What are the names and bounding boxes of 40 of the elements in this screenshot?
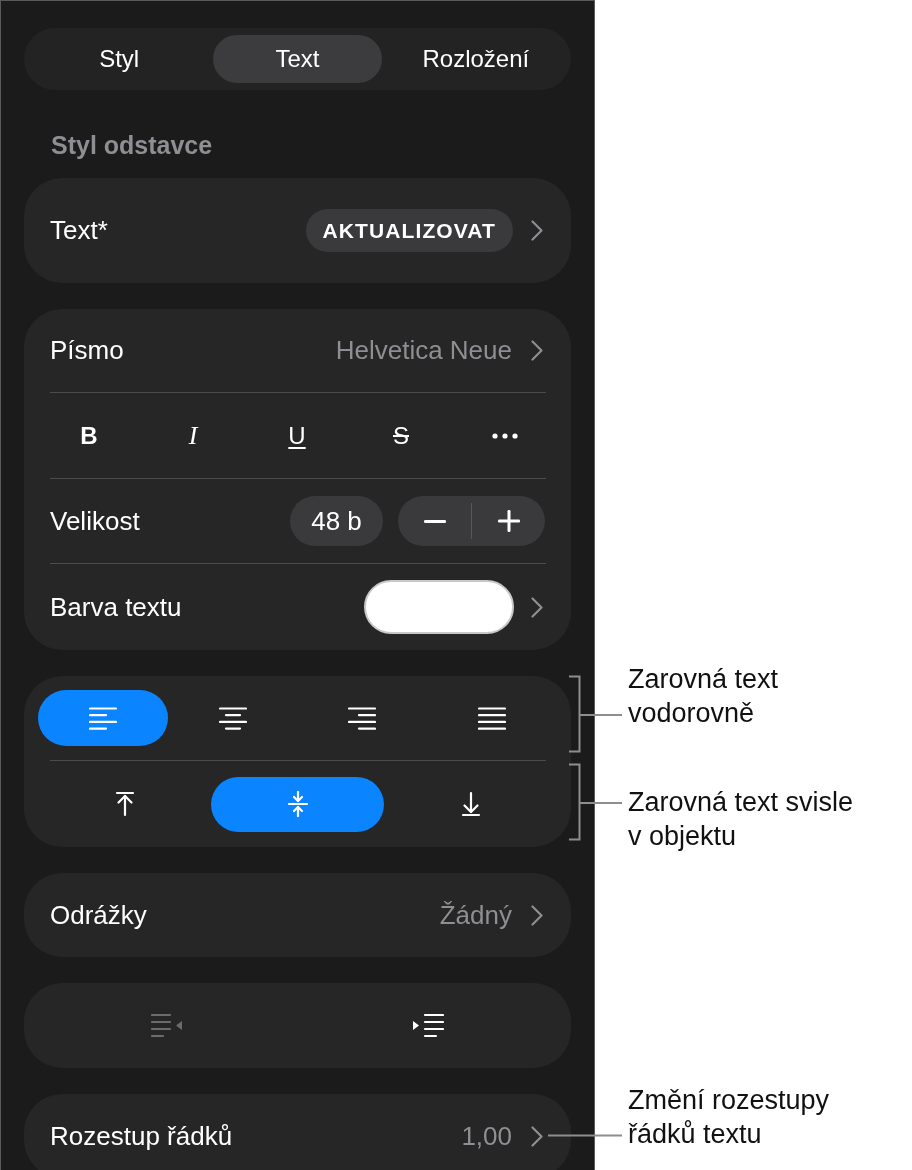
text-color-label: Barva textu bbox=[50, 591, 182, 623]
ellipsis-icon bbox=[492, 432, 518, 439]
minus-icon bbox=[423, 519, 446, 523]
italic-button[interactable]: I bbox=[141, 407, 245, 464]
align-bottom-icon bbox=[459, 791, 482, 817]
bold-button[interactable]: B bbox=[37, 407, 141, 464]
line-spacing-label: Rozestup řádků bbox=[50, 1120, 233, 1152]
tab[interactable]: Text bbox=[213, 35, 382, 83]
update-button[interactable]: AKTUALIZOVAT bbox=[305, 209, 513, 252]
chevron-icon bbox=[531, 220, 543, 241]
paragraph-style-label: Text* bbox=[50, 215, 108, 246]
align-left-icon bbox=[88, 706, 117, 730]
tab[interactable]: Rozložení bbox=[391, 35, 560, 83]
underline-button[interactable]: U bbox=[245, 407, 349, 464]
align-top-icon bbox=[113, 791, 136, 817]
section-title: Styl odstavce bbox=[51, 132, 213, 158]
align-center-icon bbox=[218, 706, 247, 730]
align-middle-icon bbox=[286, 791, 309, 817]
plus-icon bbox=[497, 510, 520, 532]
align-middle-button[interactable] bbox=[211, 776, 384, 832]
chevron-icon bbox=[531, 340, 543, 361]
bullets-label: Odrážky bbox=[50, 899, 147, 931]
font-label: Písmo bbox=[50, 335, 124, 366]
callout-text: Zarovná text svisle v objektu bbox=[628, 786, 854, 853]
callout-text: Změní rozestupy řádků textu bbox=[628, 1084, 830, 1151]
size-label: Velikost bbox=[50, 505, 140, 537]
strikethrough-button[interactable]: S bbox=[349, 407, 453, 464]
font-value[interactable]: Helvetica Neue bbox=[335, 335, 512, 366]
chevron-icon bbox=[531, 596, 543, 618]
line-spacing-value[interactable]: 1,00 bbox=[461, 1120, 512, 1152]
tab[interactable]: Styl bbox=[35, 35, 204, 83]
chevron-icon bbox=[531, 1125, 543, 1147]
chevron-icon bbox=[531, 904, 543, 926]
callout-text: Zarovná text vodorovně bbox=[628, 663, 779, 730]
align-right-icon bbox=[348, 706, 377, 730]
bullets-value[interactable]: Žádný bbox=[439, 899, 512, 931]
size-field[interactable]: 48 b bbox=[290, 496, 383, 546]
align-left-button[interactable] bbox=[38, 690, 168, 746]
color-swatch-icon[interactable] bbox=[364, 580, 514, 634]
justify-icon bbox=[478, 706, 507, 730]
